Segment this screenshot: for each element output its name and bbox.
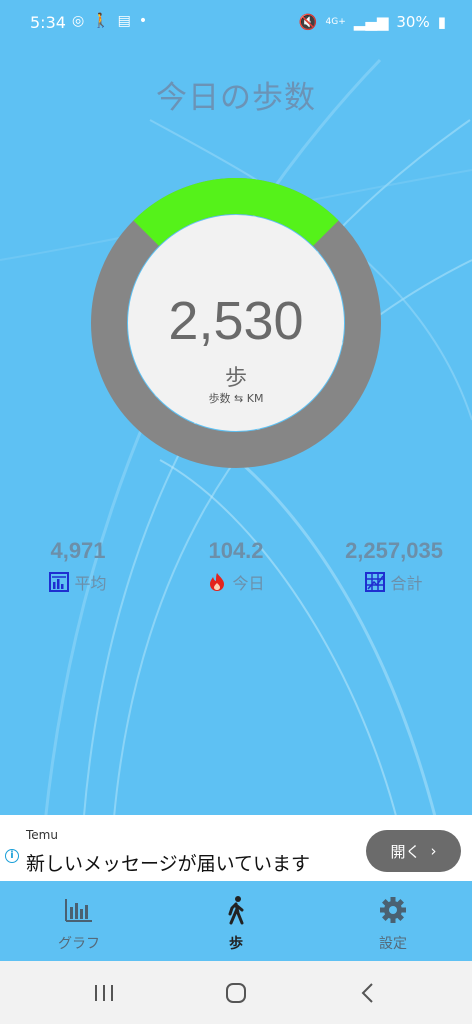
steps-km-toggle[interactable]: 歩数 ⇆ KM xyxy=(0,390,472,406)
chevron-right-icon: › xyxy=(430,842,437,860)
stat-today-value: 104.2 xyxy=(208,538,264,563)
ad-open-label: 開く xyxy=(390,842,421,861)
total-grid-icon xyxy=(365,572,386,592)
gear-icon xyxy=(380,897,406,923)
network-label: 4G+ xyxy=(325,17,346,27)
step-count: 2,530 xyxy=(168,291,304,351)
status-right-icons: 🔇 4G+ ▂▄▆ 30% ▮ xyxy=(299,13,446,31)
ad-message: 新しいメッセージが届いています xyxy=(26,853,311,875)
status-time: 5:34 xyxy=(30,13,66,32)
battery-icon: ▮ xyxy=(437,13,446,31)
news-icon: ▤ xyxy=(117,13,131,29)
system-navigation-bar xyxy=(0,961,472,1024)
ad-source: Temu xyxy=(26,828,58,842)
chrome-icon: ◎ xyxy=(72,13,85,29)
step-unit: 歩 xyxy=(224,366,247,391)
walking-notification-icon: 🚶 xyxy=(92,13,110,29)
average-chart-icon xyxy=(49,572,70,592)
ad-open-button[interactable]: 開く › xyxy=(366,830,461,872)
bar-chart-icon xyxy=(65,899,92,922)
page-title: 今日の歩数 xyxy=(156,80,316,116)
status-dot: • xyxy=(138,13,148,29)
stat-total: 2,257,035 合計 xyxy=(314,538,472,594)
battery-label: 30% xyxy=(396,13,430,31)
nav-item-settings[interactable]: 設定 xyxy=(333,881,453,961)
stat-today: 104.2 今日 xyxy=(156,538,316,594)
mute-icon: 🔇 xyxy=(298,13,318,31)
walking-person-icon xyxy=(228,896,244,925)
recent-apps-icon[interactable] xyxy=(90,979,118,1007)
bottom-navigation: グラフ 歩 設定 xyxy=(0,881,472,961)
status-left-icons: ◎ 🚶 ▤ • xyxy=(72,13,147,29)
stat-total-label: 合計 xyxy=(390,574,423,593)
stat-today-label: 今日 xyxy=(232,574,265,593)
ad-banner[interactable]: i Temu 新しいメッセージが届いています 開く › xyxy=(0,815,472,881)
nav-label-settings: 設定 xyxy=(379,936,407,952)
stat-average-label: 平均 xyxy=(74,574,107,593)
nav-item-graph[interactable]: グラフ xyxy=(19,881,139,961)
stat-average: 4,971 平均 xyxy=(0,538,158,594)
home-icon[interactable] xyxy=(222,979,250,1007)
nav-label-steps: 歩 xyxy=(229,936,243,952)
ad-info-icon[interactable]: i xyxy=(5,849,19,863)
flame-icon xyxy=(210,573,225,591)
stat-average-value: 4,971 xyxy=(50,538,106,563)
back-icon[interactable] xyxy=(354,979,382,1007)
status-bar: 5:34 ◎ 🚶 ▤ • 🔇 4G+ ▂▄▆ 30% ▮ xyxy=(0,0,472,46)
stat-total-value: 2,257,035 xyxy=(345,538,443,563)
nav-label-graph: グラフ xyxy=(58,936,100,952)
nav-item-steps[interactable]: 歩 xyxy=(176,881,296,961)
signal-icon: ▂▄▆ xyxy=(353,13,389,31)
